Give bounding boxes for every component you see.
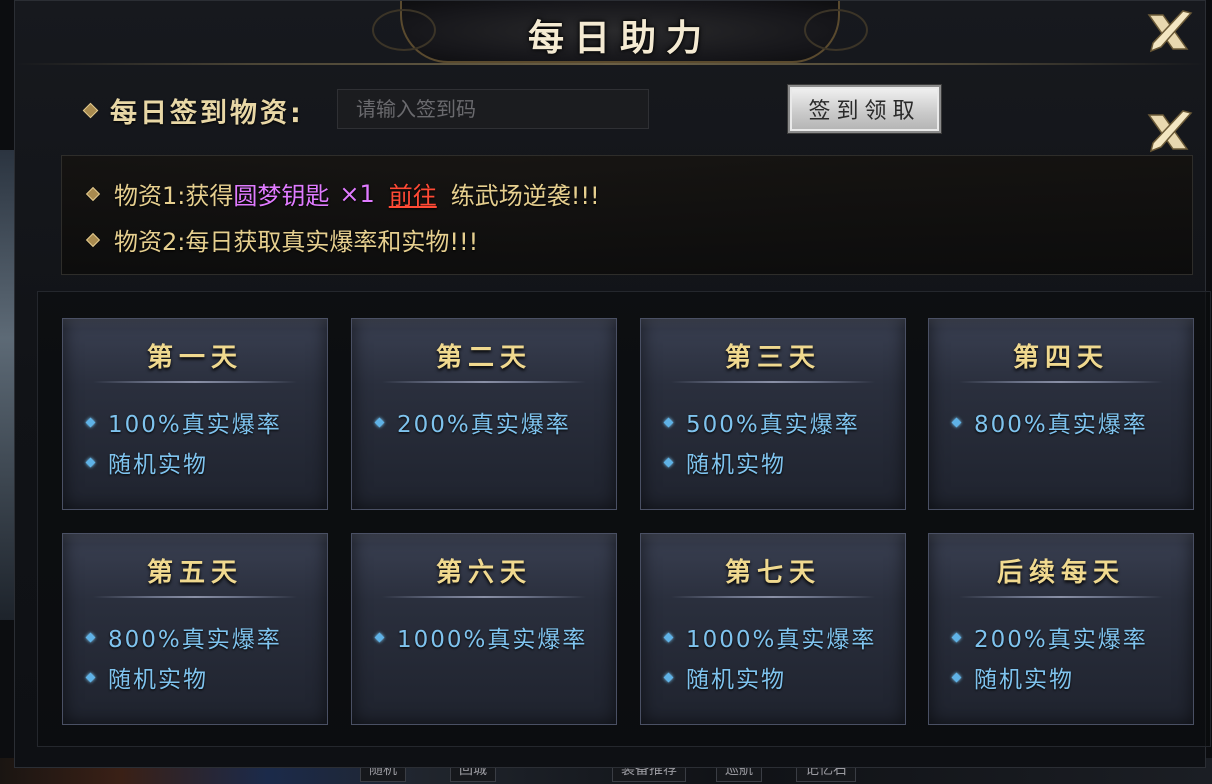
day-title: 第二天	[435, 343, 532, 373]
card-divider	[382, 596, 586, 598]
reward-text: 1000%真实爆率	[397, 627, 588, 653]
reward-item: 200%真实爆率	[951, 620, 1148, 654]
day-card-later: 后续每天 200%真实爆率 随机实物	[928, 533, 1194, 725]
reward-item: 1000%真实爆率	[663, 620, 877, 654]
day-card-5: 第五天 800%真实爆率 随机实物	[62, 533, 328, 725]
diamond-bullet-icon	[85, 417, 96, 427]
reward-info-box: 物资1:获得 圆梦钥匙 ×1 前往 练武场逆袭!!! 物资2:每日获取真实爆率和…	[61, 155, 1193, 275]
reward-item: 100%真实爆率	[85, 405, 282, 439]
card-divider	[671, 596, 875, 598]
reward-item: 1000%真实爆率	[374, 620, 588, 654]
close-icon[interactable]	[1143, 105, 1195, 157]
reward-text: 200%真实爆率	[974, 627, 1148, 653]
info-line-2: 物资2:每日获取真实爆率和实物!!!	[85, 222, 479, 257]
reward-item: 随机实物	[85, 660, 208, 694]
game-background-left	[0, 150, 14, 620]
reward-text: 800%真实爆率	[974, 412, 1148, 438]
day-title: 第六天	[435, 558, 532, 588]
reward-text: 随机实物	[108, 667, 208, 693]
reward-text: 500%真实爆率	[686, 412, 860, 438]
reward-item: 随机实物	[663, 660, 786, 694]
reward-text: 800%真实爆率	[108, 627, 282, 653]
sign-in-code-input[interactable]	[337, 89, 649, 129]
claim-sign-in-button[interactable]: 签到领取	[788, 85, 941, 133]
diamond-bullet-icon	[85, 672, 96, 682]
day-card-3: 第三天 500%真实爆率 随机实物	[640, 318, 906, 510]
reward-item: 800%真实爆率	[85, 620, 282, 654]
diamond-bullet-icon	[663, 672, 674, 682]
reward-item: 随机实物	[85, 445, 208, 479]
day-card-4: 第四天 800%真实爆率	[928, 318, 1194, 510]
goto-link[interactable]: 前往	[389, 176, 437, 211]
diamond-bullet-icon	[85, 186, 101, 201]
sign-in-row: 每日签到物资:	[82, 89, 649, 131]
info-line1-suffix: 练武场逆袭!!!	[450, 182, 600, 210]
day-card-6: 第六天 1000%真实爆率	[351, 533, 617, 725]
info-item-qty: ×1	[339, 179, 375, 208]
diamond-bullet-icon	[85, 232, 101, 247]
reward-item: 500%真实爆率	[663, 405, 860, 439]
diamond-bullet-icon	[951, 672, 962, 682]
reward-text: 100%真实爆率	[108, 412, 282, 438]
diamond-bullet-icon	[663, 417, 674, 427]
day-rewards-grid: 第一天 100%真实爆率 随机实物 第二天 200%真实爆率 第三天 500%真…	[37, 291, 1211, 747]
reward-item: 随机实物	[951, 660, 1074, 694]
day-card-2: 第二天 200%真实爆率	[351, 318, 617, 510]
card-divider	[959, 596, 1163, 598]
diamond-bullet-icon	[82, 102, 99, 118]
info-line-1: 物资1:获得 圆梦钥匙 ×1 前往 练武场逆袭!!!	[85, 176, 600, 211]
reward-item: 800%真实爆率	[951, 405, 1148, 439]
card-divider	[671, 381, 875, 383]
reward-text: 随机实物	[686, 667, 786, 693]
card-divider	[382, 381, 586, 383]
header-divider	[15, 63, 1205, 65]
diamond-bullet-icon	[85, 632, 96, 642]
diamond-bullet-icon	[85, 457, 96, 467]
title-plate: 每日助力	[372, 1, 868, 63]
card-divider	[93, 381, 297, 383]
diamond-bullet-icon	[951, 632, 962, 642]
diamond-bullet-icon	[951, 417, 962, 427]
reward-text: 200%真实爆率	[397, 412, 571, 438]
day-title: 第一天	[146, 343, 243, 373]
diamond-bullet-icon	[374, 417, 385, 427]
reward-text: 随机实物	[974, 667, 1074, 693]
panel-title: 每日助力	[527, 18, 712, 59]
day-title: 第七天	[724, 558, 821, 588]
info-line2-text: 物资2:每日获取真实爆率和实物!!!	[114, 228, 479, 256]
sign-in-label: 每日签到物资:	[110, 97, 304, 129]
info-line1-prefix: 物资1:获得	[114, 182, 234, 210]
diamond-bullet-icon	[663, 632, 674, 642]
reward-item: 随机实物	[663, 445, 786, 479]
card-divider	[93, 596, 297, 598]
day-card-7: 第七天 1000%真实爆率 随机实物	[640, 533, 906, 725]
diamond-bullet-icon	[374, 632, 385, 642]
day-title: 第四天	[1012, 343, 1109, 373]
day-title: 第三天	[724, 343, 821, 373]
day-title: 第五天	[146, 558, 243, 588]
day-title: 后续每天	[996, 558, 1125, 588]
info-item-name: 圆梦钥匙	[233, 182, 330, 210]
close-icon[interactable]	[1143, 5, 1195, 57]
day-card-1: 第一天 100%真实爆率 随机实物	[62, 318, 328, 510]
card-divider	[959, 381, 1163, 383]
reward-text: 随机实物	[686, 452, 786, 478]
diamond-bullet-icon	[663, 457, 674, 467]
daily-assist-panel: 每日助力 每日签到物资: 签到领取 物资1:获得 圆梦钥匙 ×1 前往 练武场逆…	[14, 0, 1211, 768]
reward-item: 200%真实爆率	[374, 405, 571, 439]
reward-text: 1000%真实爆率	[686, 627, 877, 653]
reward-text: 随机实物	[108, 452, 208, 478]
